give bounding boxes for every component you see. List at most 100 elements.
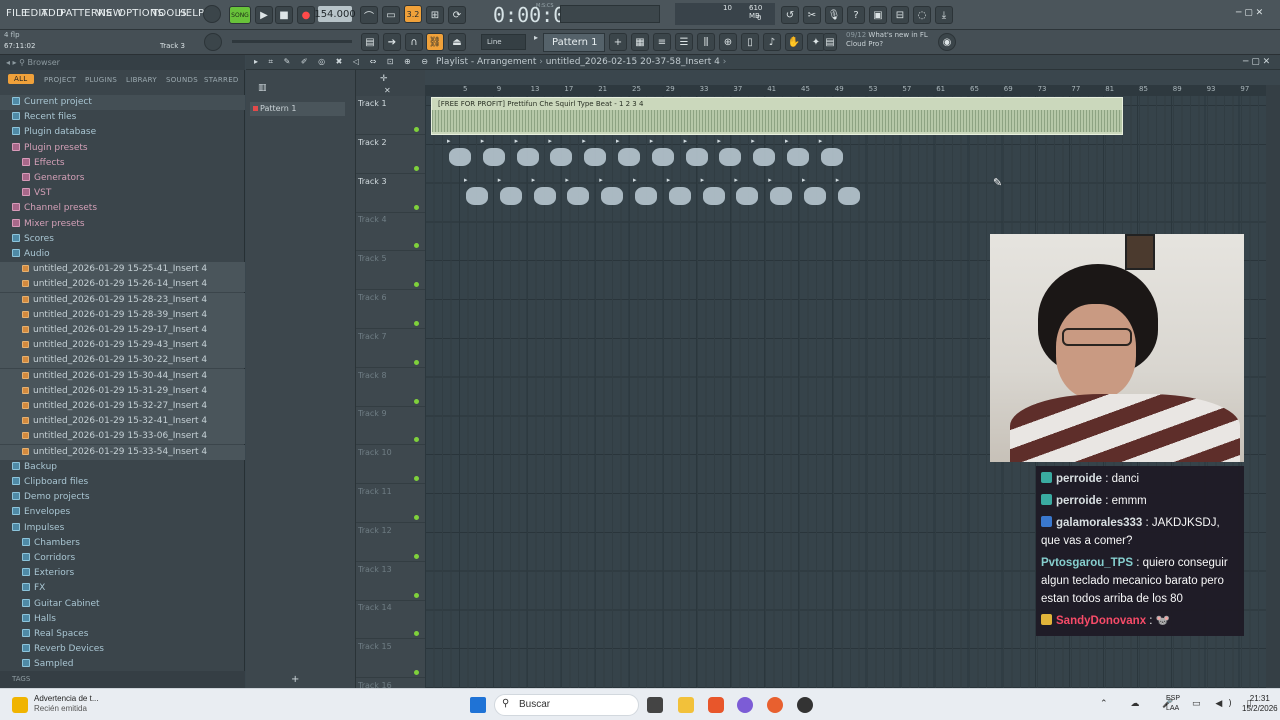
browser-folder[interactable]: Scores — [0, 232, 245, 247]
stamp-icon[interactable]: ⏏ — [448, 33, 466, 51]
add-pattern-plus-icon[interactable]: + — [291, 674, 299, 685]
browser-audio-file[interactable]: untitled_2026-01-29 15-30-44_Insert 4 — [0, 368, 245, 384]
taskbar-search[interactable]: Buscar — [494, 694, 639, 716]
audio-clip-track3[interactable]: ▸ — [498, 176, 526, 210]
browser-audio-file[interactable]: untitled_2026-01-29 15-33-54_Insert 4 — [0, 444, 245, 460]
browser-folder[interactable]: Effects — [0, 156, 245, 171]
pitch-knob[interactable] — [204, 33, 222, 51]
audio-clip-track2[interactable]: ▸ — [650, 137, 678, 171]
browser-audio-file[interactable]: untitled_2026-01-29 15-29-43_Insert 4 — [0, 338, 245, 354]
metronome-icon[interactable]: ⌒ — [360, 6, 378, 24]
track-header[interactable]: Track 15 — [356, 639, 425, 679]
plugin-picker-icon[interactable]: ⊕ — [719, 33, 737, 51]
notification-widget[interactable]: Advertencia de t... Recién emitida — [34, 694, 98, 714]
tuner-icon[interactable]: ♪ — [763, 33, 781, 51]
tab-plugins[interactable]: PLUGINS — [85, 76, 117, 84]
track-mute-led[interactable] — [414, 553, 419, 559]
windows-start-icon[interactable] — [470, 697, 486, 713]
brave-browser-icon[interactable] — [708, 697, 724, 713]
audio-clip-track2[interactable]: ▸ — [717, 137, 745, 171]
mixer-icon[interactable]: ⊟ — [891, 6, 909, 24]
browser-folder[interactable]: VST — [0, 186, 245, 201]
tab-sounds[interactable]: SOUNDS — [166, 76, 198, 84]
mic-icon[interactable]: 🎙 — [825, 6, 843, 24]
mixer-window-icon[interactable]: ⫼ — [697, 33, 715, 51]
track-header[interactable]: Track 3 — [356, 174, 425, 213]
browser-folder[interactable]: Current project — [0, 95, 245, 110]
browser-folder[interactable]: Real Spaces — [0, 627, 245, 642]
audio-clip-track1[interactable]: [FREE FOR PROFIT] Prettifun Che Squirl T… — [431, 97, 1123, 135]
browser-folder[interactable]: Audio — [0, 247, 245, 262]
song-mode-button[interactable]: SONG — [229, 6, 251, 24]
discord-icon[interactable] — [737, 697, 753, 713]
channel-rack-icon[interactable]: ▦ — [631, 33, 649, 51]
track-header[interactable]: Track 1 — [356, 96, 425, 135]
audio-clip-track2[interactable]: ▸ — [515, 137, 543, 171]
audio-clip-track2[interactable]: ▸ — [582, 137, 610, 171]
record-button[interactable]: ● — [297, 6, 315, 24]
snap-link-icon[interactable]: ⛓ — [426, 33, 444, 51]
loop-record-icon[interactable]: ⟳ — [448, 6, 466, 24]
audio-clip-track3[interactable]: ▸ — [633, 176, 661, 210]
browser-folder[interactable]: Guitar Cabinet — [0, 597, 245, 612]
browser-audio-file[interactable]: untitled_2026-01-29 15-25-41_Insert 4 — [0, 262, 245, 278]
browser-audio-file[interactable]: untitled_2026-01-29 15-29-17_Insert 4 — [0, 323, 245, 338]
tags-bar[interactable]: TAGS — [0, 671, 245, 688]
audio-clip-track2[interactable]: ▸ — [616, 137, 644, 171]
track-mute-led[interactable] — [414, 631, 419, 637]
pattern-panel-icon[interactable]: ▥ — [258, 83, 267, 93]
chat-icon[interactable]: ◌ — [913, 6, 931, 24]
piano-roll-icon[interactable]: ≡ — [653, 33, 671, 51]
track-header[interactable]: Track 4 — [356, 212, 425, 252]
track-mute-led[interactable] — [414, 243, 419, 249]
tab-library[interactable]: LIBRARY — [126, 76, 157, 84]
obs-icon[interactable] — [797, 697, 813, 713]
help-icon[interactable]: ? — [847, 6, 865, 24]
window-controls[interactable]: ─ ▢ ✕ — [1236, 8, 1263, 18]
cut-tool-icon[interactable]: ✂ — [803, 6, 821, 24]
arrow-icon[interactable]: ➔ — [383, 33, 401, 51]
audio-clip-track2[interactable]: ▸ — [785, 137, 813, 171]
browser-folder[interactable]: Corridors — [0, 551, 245, 566]
track-mute-led[interactable] — [414, 359, 419, 365]
browser-audio-file[interactable]: untitled_2026-01-29 15-33-06_Insert 4 — [0, 429, 245, 445]
track-mute-led[interactable] — [414, 398, 419, 404]
browser-folder[interactable]: Reverb Devices — [0, 642, 245, 657]
playlist-icon[interactable]: ▤ — [361, 33, 379, 51]
track-mute-led[interactable] — [414, 476, 419, 482]
audio-clip-track3[interactable]: ▸ — [701, 176, 729, 210]
pattern-selector[interactable]: Pattern 1 — [543, 33, 605, 52]
browser-folder[interactable]: Exteriors — [0, 566, 245, 581]
playlist-tools-icons[interactable]: ▸ ⌗ ✎ ✐ ◎ ✖ ◁ ⇔ ⊡ ⊕ ⊖ — [254, 57, 432, 67]
track-mute-led[interactable] — [414, 127, 419, 132]
add-pattern-icon[interactable]: + — [609, 33, 627, 51]
track-mute-led[interactable] — [414, 670, 419, 676]
browser-folder[interactable]: Impulses — [0, 521, 245, 536]
browser-audio-file[interactable]: untitled_2026-01-29 15-28-23_Insert 4 — [0, 292, 245, 308]
browser-folder[interactable]: Recent files — [0, 110, 245, 125]
audio-clip-track2[interactable]: ▸ — [751, 137, 779, 171]
track-header[interactable]: Track 8 — [356, 368, 425, 407]
audio-clip-track3[interactable]: ▸ — [667, 176, 695, 210]
audio-clip-track3[interactable]: ▸ — [565, 176, 593, 210]
file-explorer-icon[interactable] — [678, 697, 694, 713]
browser-audio-file[interactable]: untitled_2026-01-29 15-26-14_Insert 4 — [0, 277, 245, 293]
fl-studio-icon[interactable] — [767, 697, 783, 713]
browser-audio-file[interactable]: untitled_2026-01-29 15-32-41_Insert 4 — [0, 414, 245, 430]
play-button[interactable]: ▶ — [255, 6, 273, 24]
browser-folder[interactable]: Plugin database — [0, 125, 245, 140]
browser-folder[interactable]: Mixer presets — [0, 217, 245, 232]
audio-clip-track2[interactable]: ▸ — [548, 137, 576, 171]
browser-folder[interactable]: Halls — [0, 612, 245, 627]
magnet-icon[interactable]: ∩ — [405, 33, 423, 51]
blend-notes-icon[interactable]: ⊞ — [426, 6, 444, 24]
browser-audio-file[interactable]: untitled_2026-01-29 15-30-22_Insert 4 — [0, 353, 245, 369]
track-mute-led[interactable] — [414, 165, 419, 171]
audio-clip-track3[interactable]: ▸ — [802, 176, 830, 210]
language-indicator[interactable]: ESP LAA — [1166, 694, 1180, 714]
track-mute-led[interactable] — [414, 282, 419, 288]
step-edit-button[interactable]: 3.2 — [404, 5, 422, 23]
crosshair-icon[interactable]: ✛ — [380, 74, 388, 84]
browser-audio-file[interactable]: untitled_2026-01-29 15-28-39_Insert 4 — [0, 307, 245, 323]
browser-audio-file[interactable]: untitled_2026-01-29 15-32-27_Insert 4 — [0, 399, 245, 414]
